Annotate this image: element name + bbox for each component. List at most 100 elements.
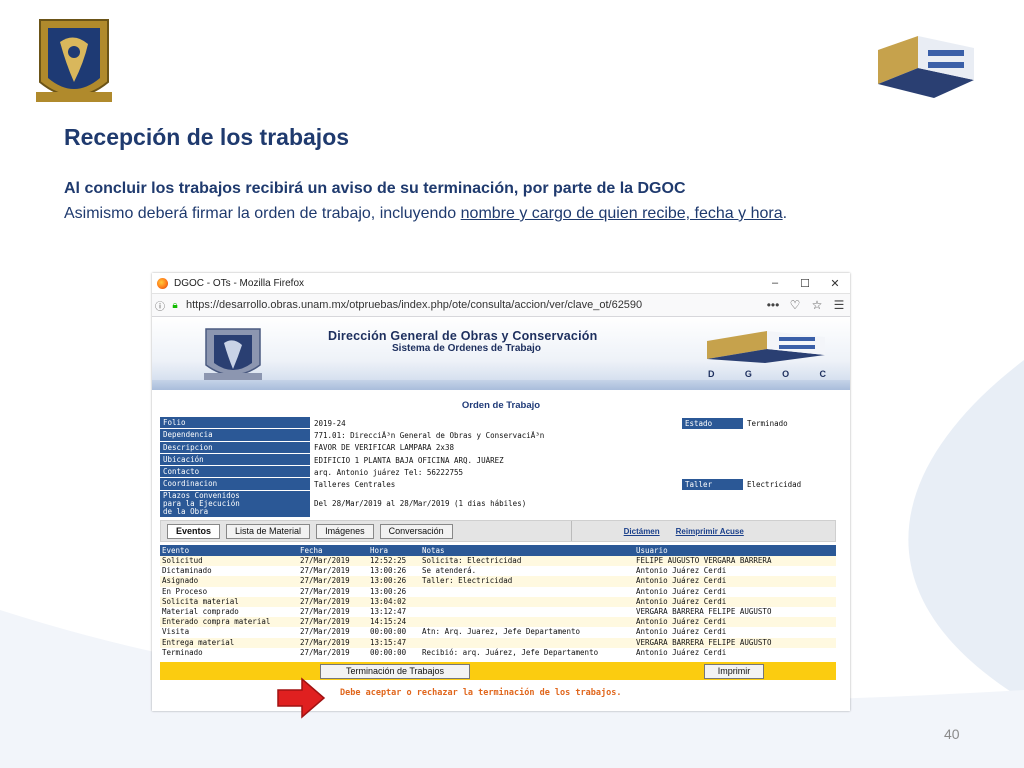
event-cell-hora: 13:00:26 [368,576,420,587]
dgoc-logo [878,36,974,98]
slide-text-suffix: . [782,205,788,222]
event-cell-notas [420,637,634,648]
event-row: Enterado compra material 27/Mar/2019 14:15… [160,617,836,628]
url-field[interactable]: https://desarrollo.obras.unam.mx/otprueb… [182,299,762,311]
event-cell-usuario: Antonio Juárez Cerdi [634,596,836,607]
event-cell-hora: 13:12:47 [368,606,420,618]
event-cell-fecha: 27/Mar/2019 [298,627,368,638]
events-header-row: Evento Fecha Hora Notas Usuario [160,545,836,556]
maximize-button[interactable]: ☐ [790,277,820,290]
event-row: Visita 27/Mar/2019 00:00:00 Atn: Arq. Juare… [160,627,836,638]
event-cell-hora: 00:00:00 [368,627,420,638]
event-cell-hora: 13:00:26 [368,586,420,597]
event-cell-notas: Recibió: arq. Juárez, Jefe Departamento [420,647,634,658]
event-cell-evento: Solicitud [160,556,298,567]
event-row: Solicita material 27/Mar/2019 13:04:02 Anto… [160,596,836,607]
tab-eventos[interactable]: Eventos [167,523,221,539]
app-header-subtitle: Sistema de Ordenes de Trabajo [392,343,541,354]
tab-conversacion[interactable]: Conversación [379,523,453,539]
event-row: Dictaminado 27/Mar/2019 13:00:26 Se atender… [160,566,836,577]
event-cell-notas [420,586,634,597]
event-cell-evento: Asignado [160,576,298,587]
slide-text-prefix: Asimismo deberá firmar la orden de traba… [64,205,461,222]
events-region: Eventos Lista de Material Imágenes Conve… [152,368,850,711]
event-cell-notas: Atn: Arq. Juarez, Jefe Departamento [420,627,634,638]
page-number: 40 [944,726,960,742]
event-cell-evento: En Proceso [160,586,298,597]
slide-intro-text: Asimismo deberá firmar la orden de traba… [64,205,787,223]
lock-icon[interactable]: 🔒︎ [168,300,182,311]
event-cell-usuario: Antonio Juárez Cerdi [634,617,836,628]
acceptance-note: Debe aceptar o rechazar la terminación d… [340,688,622,698]
dgoc-header-logo [707,331,825,363]
event-cell-usuario: Antonio Juárez Cerdi [634,627,836,638]
minimize-button[interactable]: – [760,277,790,289]
tab-divider [570,521,572,541]
event-cell-usuario: FELIPE AUGUSTO VERGARA BARRERA [634,556,836,567]
events-table: Evento Fecha Hora Notas Usuario Solicitu… [160,545,836,658]
event-row: En Proceso 27/Mar/2019 13:00:26 Antonio Juá… [160,586,836,597]
bookmark-star-icon[interactable]: ☆ [806,298,828,312]
event-cell-notas: Solicita: Electricidad [420,556,634,567]
app-header-title: Dirección General de Obras y Conservació… [328,329,598,343]
event-cell-hora: 13:15:47 [368,637,420,648]
reimprimir-acuse-link[interactable]: Reimprimir Acuse [676,527,744,536]
event-cell-evento: Terminado [160,647,298,658]
event-cell-hora: 14:15:24 [368,617,420,628]
close-button[interactable]: ✕ [820,277,850,290]
event-cell-fecha: 27/Mar/2019 [298,576,368,587]
dictamen-link[interactable]: Dictámen [624,527,660,536]
event-cell-notas: Taller: Electricidad [420,576,634,587]
event-cell-evento: Material comprado [160,606,298,618]
red-arrow-annotation [277,677,326,719]
window-titlebar: DGOC - OTs - Mozilla Firefox – ☐ ✕ [152,273,850,293]
col-hora: Hora [368,545,420,556]
window-title: DGOC - OTs - Mozilla Firefox [174,277,305,289]
tab-lista-material[interactable]: Lista de Material [226,523,311,539]
menu-icon[interactable]: ☰ [828,298,850,312]
col-fecha: Fecha [298,545,368,556]
slide-title: Recepción de los trabajos [64,124,350,150]
event-cell-usuario: Antonio Juárez Cerdi [634,586,836,597]
event-cell-fecha: 27/Mar/2019 [298,596,368,607]
event-cell-usuario: Antonio Juárez Cerdi [634,647,836,658]
event-cell-fecha: 27/Mar/2019 [298,617,368,628]
event-row: Asignado 27/Mar/2019 13:00:26 Taller: Elect… [160,576,836,587]
imprimir-button[interactable]: Imprimir [704,664,764,679]
terminacion-trabajos-button[interactable]: Terminación de Trabajos [320,664,470,679]
event-cell-fecha: 27/Mar/2019 [298,586,368,597]
tab-bar: Eventos Lista de Material Imágenes Conve… [160,520,836,542]
event-row: Terminado 27/Mar/2019 00:00:00 Recibió: arq… [160,647,836,658]
event-cell-evento: Dictaminado [160,566,298,577]
event-cell-evento: Solicita material [160,596,298,607]
event-cell-usuario: VERGARA BARRERA FELIPE AUGUSTO [634,637,836,648]
event-cell-hora: 13:04:02 [368,596,420,607]
event-cell-hora: 00:00:00 [368,647,420,658]
col-evento: Evento [160,545,298,556]
event-cell-fecha: 27/Mar/2019 [298,637,368,648]
event-cell-fecha: 27/Mar/2019 [298,566,368,577]
slide-intro-bold: Al concluir los trabajos recibirá un avi… [64,180,686,197]
tabs-area: Eventos Lista de Material Imágenes Conve… [160,520,836,658]
firefox-icon [157,277,168,289]
event-cell-hora: 12:52:25 [368,556,420,567]
event-cell-usuario: Antonio Juárez Cerdi [634,576,836,587]
tab-imagenes[interactable]: Imágenes [316,523,374,539]
event-row: Solicitud 27/Mar/2019 12:52:25 Solicita: El… [160,556,836,567]
event-cell-notas [420,617,634,628]
action-bar: Terminación de Trabajos Imprimir [160,662,836,680]
event-cell-evento: Entrega material [160,637,298,648]
event-cell-fecha: 27/Mar/2019 [298,606,368,618]
event-cell-fecha: 27/Mar/2019 [298,647,368,658]
event-row: Entrega material 27/Mar/2019 13:15:47 VERGA… [160,637,836,648]
page-actions-icon[interactable]: ••• [762,298,784,312]
event-cell-notas [420,596,634,607]
pocket-icon[interactable]: ♡ [784,298,806,312]
info-icon[interactable]: ⓘ [152,298,168,313]
col-notas: Notas [420,545,634,556]
event-cell-evento: Enterado compra material [160,617,298,628]
event-cell-notas [420,606,634,618]
event-row: Material comprado 27/Mar/2019 13:12:47 VERG… [160,606,836,618]
event-cell-notas: Se atenderá. [420,566,634,577]
address-bar[interactable]: ⓘ 🔒︎ https://desarrollo.obras.unam.mx/ot… [152,293,850,317]
